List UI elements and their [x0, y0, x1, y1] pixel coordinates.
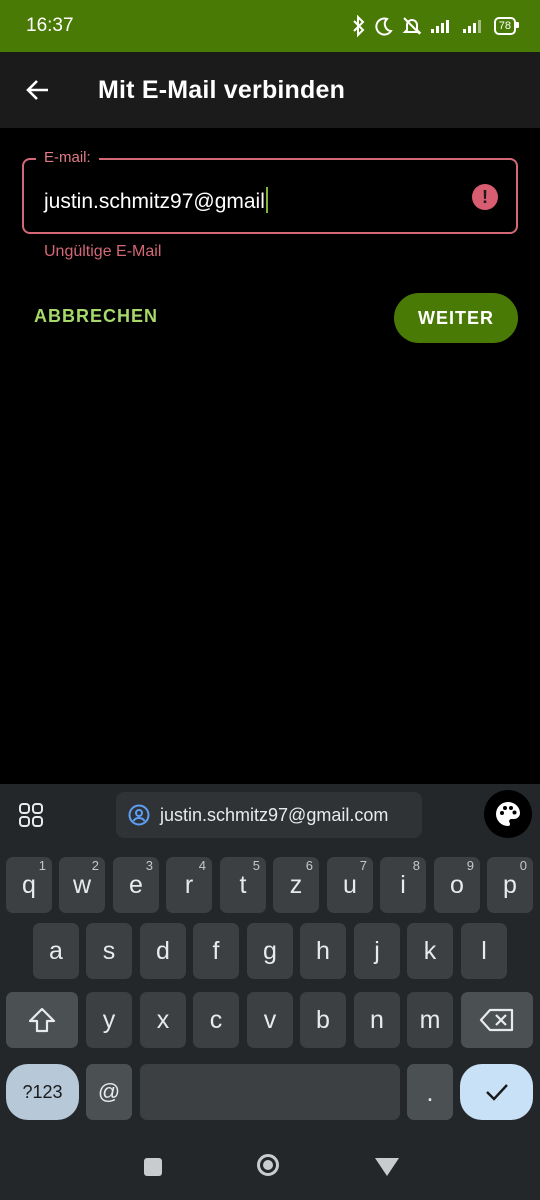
- system-back-button[interactable]: [375, 1158, 399, 1176]
- keyboard-menu-button[interactable]: [14, 798, 48, 832]
- cancel-button[interactable]: ABBRECHEN: [34, 306, 158, 327]
- key-q[interactable]: q1: [6, 857, 52, 913]
- key-i[interactable]: i8: [380, 857, 426, 913]
- at-key[interactable]: @: [86, 1064, 132, 1120]
- period-key[interactable]: .: [407, 1064, 453, 1120]
- key-n[interactable]: n: [354, 992, 400, 1048]
- email-value-text: justin.schmitz97@gmail: [44, 190, 265, 213]
- status-time: 16:37: [26, 15, 74, 36]
- email-field-label: E-mail:: [36, 149, 99, 166]
- page-title: Mit E-Mail verbinden: [98, 75, 346, 104]
- text-cursor: [265, 187, 268, 213]
- key-v[interactable]: v: [247, 992, 293, 1048]
- email-error-message: Ungültige E-Mail: [44, 243, 162, 260]
- key-s[interactable]: s: [86, 923, 132, 979]
- muted-bell-icon: [402, 17, 422, 35]
- bluetooth-icon: [353, 15, 365, 37]
- account-icon: [128, 804, 150, 826]
- key-k[interactable]: k: [407, 923, 453, 979]
- check-icon: [485, 1084, 508, 1101]
- app-bar: Mit E-Mail verbinden: [0, 52, 540, 128]
- enter-key[interactable]: [460, 1064, 533, 1120]
- backspace-icon: [479, 1008, 514, 1032]
- suggestion-row: justin.schmitz97@gmail.com: [0, 784, 540, 846]
- key-h[interactable]: h: [300, 923, 346, 979]
- shift-key[interactable]: [6, 992, 78, 1048]
- key-x[interactable]: x: [140, 992, 186, 1048]
- keyboard: justin.schmitz97@gmail.com q1 w2 e3 r4 t…: [0, 784, 540, 1134]
- key-y[interactable]: y: [86, 992, 132, 1048]
- key-l[interactable]: l: [461, 923, 507, 979]
- status-icons: 78: [352, 15, 520, 37]
- recent-apps-button[interactable]: [144, 1158, 162, 1176]
- key-f[interactable]: f: [193, 923, 239, 979]
- key-u[interactable]: u7: [327, 857, 373, 913]
- back-button[interactable]: [14, 66, 62, 114]
- home-button[interactable]: [257, 1154, 279, 1176]
- grid-icon: [19, 803, 43, 827]
- key-o[interactable]: o9: [434, 857, 480, 913]
- key-b[interactable]: b: [300, 992, 346, 1048]
- error-icon: !: [472, 184, 498, 210]
- signal-icon: [430, 20, 449, 33]
- email-field-value[interactable]: justin.schmitz97@gmail: [44, 187, 268, 214]
- key-j[interactable]: j: [354, 923, 400, 979]
- system-nav-bar: [0, 1134, 540, 1200]
- suggestion-text: justin.schmitz97@gmail.com: [160, 804, 389, 825]
- key-d[interactable]: d: [140, 923, 186, 979]
- space-key[interactable]: [140, 1064, 400, 1120]
- key-c[interactable]: c: [193, 992, 239, 1048]
- symbols-key[interactable]: ?123: [6, 1064, 79, 1120]
- key-p[interactable]: p0: [487, 857, 533, 913]
- key-w[interactable]: w2: [59, 857, 105, 913]
- email-suggestion-chip[interactable]: justin.schmitz97@gmail.com: [116, 792, 422, 838]
- theme-button[interactable]: [484, 790, 532, 838]
- key-e[interactable]: e3: [113, 857, 159, 913]
- key-t[interactable]: t5: [220, 857, 266, 913]
- signal-icon-2: [462, 20, 481, 33]
- key-z[interactable]: z6: [273, 857, 319, 913]
- shift-icon: [28, 1007, 56, 1033]
- battery-indicator: 78: [493, 17, 520, 35]
- key-m[interactable]: m: [407, 992, 453, 1048]
- email-field[interactable]: E-mail: justin.schmitz97@gmail !: [22, 149, 518, 234]
- arrow-left-icon: [26, 80, 48, 100]
- status-bar: 16:37 78: [0, 0, 540, 52]
- next-button[interactable]: WEITER: [394, 293, 518, 343]
- palette-icon: [496, 802, 520, 826]
- key-g[interactable]: g: [247, 923, 293, 979]
- backspace-key[interactable]: [461, 992, 533, 1048]
- key-r[interactable]: r4: [166, 857, 212, 913]
- key-a[interactable]: a: [33, 923, 79, 979]
- moon-icon: [375, 17, 393, 36]
